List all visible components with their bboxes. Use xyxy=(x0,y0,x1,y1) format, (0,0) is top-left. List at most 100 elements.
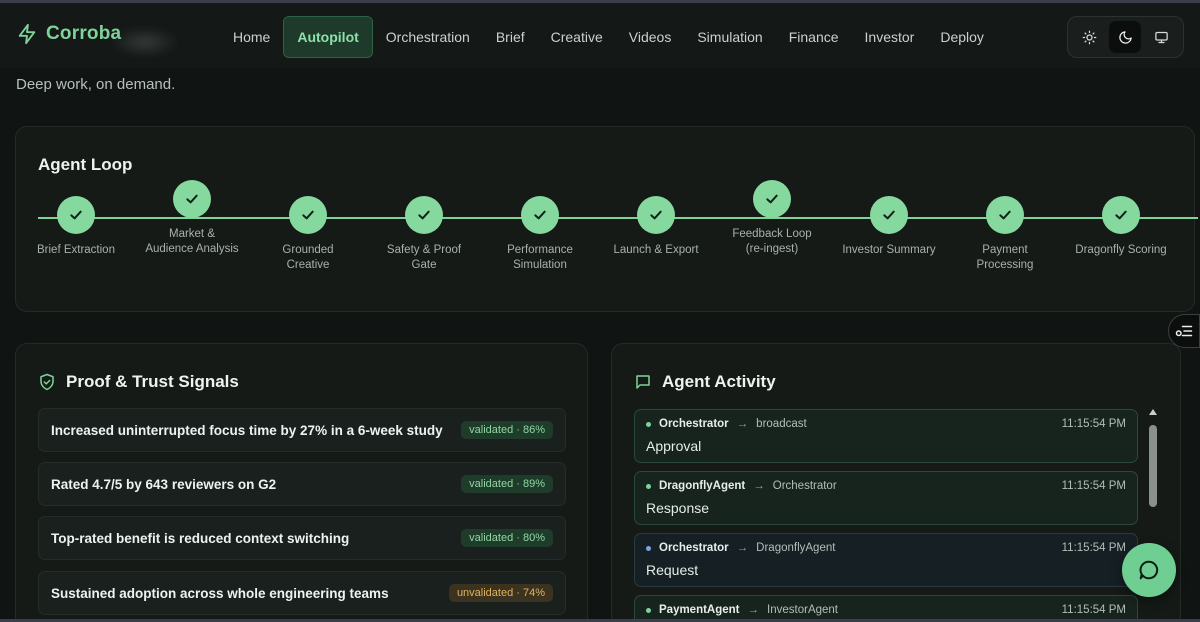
signal-item[interactable]: Top-rated benefit is reduced context swi… xyxy=(38,516,566,560)
monitor-icon xyxy=(1154,31,1168,43)
loop-step[interactable]: Brief Extraction xyxy=(28,196,124,258)
zap-icon xyxy=(18,23,36,45)
nav-finance[interactable]: Finance xyxy=(776,16,852,58)
signal-text: Rated 4.7/5 by 643 reviewers on G2 xyxy=(51,476,277,492)
chat-button[interactable] xyxy=(1122,543,1176,597)
nav-simulation[interactable]: Simulation xyxy=(684,16,775,58)
nav-brief[interactable]: Brief xyxy=(483,16,538,58)
loop-step[interactable]: Investor Summary xyxy=(841,196,937,258)
step-check-circle xyxy=(521,196,559,234)
check-icon xyxy=(534,210,546,220)
proof-header: Proof & Trust Signals xyxy=(38,372,239,392)
agent-loop-title: Agent Loop xyxy=(38,155,133,174)
step-check-circle xyxy=(753,180,791,218)
activity-item[interactable]: PaymentAgent → InvestorAgent 11:15:54 PM xyxy=(634,595,1138,622)
loop-step[interactable]: Launch & Export xyxy=(608,196,704,258)
check-icon xyxy=(999,210,1011,220)
signal-item[interactable]: Increased uninterrupted focus time by 27… xyxy=(38,408,566,452)
activity-time: 11:15:54 PM xyxy=(1061,480,1126,492)
step-check-circle xyxy=(1102,196,1140,234)
status-dot xyxy=(646,607,651,613)
activity-to: Orchestrator xyxy=(772,480,837,492)
loop-step[interactable]: Payment Processing xyxy=(957,196,1053,273)
signal-item[interactable]: Sustained adoption across whole engineer… xyxy=(38,571,566,615)
status-dot xyxy=(646,483,651,489)
nav-autopilot[interactable]: Autopilot xyxy=(283,16,373,58)
status-badge: validated · 80% xyxy=(461,529,553,547)
check-icon xyxy=(650,210,662,220)
loop-step[interactable]: Feedback Loop (re-ingest) xyxy=(724,180,820,257)
scroll-thumb[interactable] xyxy=(1149,425,1157,507)
chat-bubble-icon xyxy=(1139,560,1159,580)
check-icon xyxy=(302,210,314,220)
side-panel-handle[interactable] xyxy=(1168,314,1200,348)
activity-item[interactable]: Orchestrator → broadcast 11:15:54 PM App… xyxy=(634,409,1138,463)
status-badge: validated · 86% xyxy=(461,421,553,439)
nav-creative[interactable]: Creative xyxy=(538,16,616,58)
nav-investor[interactable]: Investor xyxy=(852,16,928,58)
step-label: Safety & Proof Gate xyxy=(386,244,462,271)
activity-from: Orchestrator xyxy=(659,418,729,430)
step-label: Grounded Creative xyxy=(282,244,334,271)
step-check-circle xyxy=(289,196,327,234)
blurred-overlay xyxy=(110,27,180,57)
activity-time: 11:15:54 PM xyxy=(1061,604,1126,616)
arrow-icon: → xyxy=(753,480,765,492)
loop-step[interactable]: Safety & Proof Gate xyxy=(376,196,472,273)
signal-text: Sustained adoption across whole engineer… xyxy=(51,585,389,601)
light-theme-button[interactable] xyxy=(1074,21,1106,53)
agent-loop-card: Agent Loop Brief Extraction Market & Audi… xyxy=(15,126,1198,312)
nav-orchestration[interactable]: Orchestration xyxy=(373,16,483,58)
loop-step[interactable]: Performance Simulation xyxy=(492,196,588,273)
step-label: Dragonfly Scoring xyxy=(1075,244,1167,256)
check-icon xyxy=(186,194,198,204)
status-dot xyxy=(646,421,651,427)
main-nav: Home Autopilot Orchestration Brief Creat… xyxy=(220,16,997,58)
check-icon xyxy=(766,194,778,204)
status-badge: validated · 89% xyxy=(461,475,553,493)
activity-item[interactable]: Orchestrator → DragonflyAgent 11:15:54 P… xyxy=(634,533,1138,587)
message-square-icon xyxy=(636,375,650,389)
activity-to: broadcast xyxy=(756,418,807,430)
step-check-circle xyxy=(986,196,1024,234)
step-label: Market & Audience Analysis xyxy=(145,228,239,255)
settings-list-icon xyxy=(1175,325,1193,337)
loop-step[interactable]: Grounded Creative xyxy=(260,196,356,273)
status-dot xyxy=(646,545,651,551)
check-icon xyxy=(883,210,895,220)
arrow-icon: → xyxy=(747,604,760,616)
step-check-circle xyxy=(870,196,908,234)
scroll-up-arrow-icon[interactable] xyxy=(1149,409,1157,415)
activity-title: Agent Activity xyxy=(662,372,776,391)
activity-time: 11:15:54 PM xyxy=(1061,418,1126,430)
step-label: Feedback Loop (re-ingest) xyxy=(732,228,812,255)
step-label: Payment Processing xyxy=(976,244,1034,271)
nav-deploy[interactable]: Deploy xyxy=(927,16,997,58)
activity-kind: Response xyxy=(646,500,710,516)
loop-step[interactable]: Dragonfly Scoring xyxy=(1073,196,1169,258)
signal-text: Increased uninterrupted focus time by 27… xyxy=(51,422,443,438)
step-check-circle xyxy=(173,180,211,218)
activity-from: DragonflyAgent xyxy=(659,480,746,492)
brand-logo[interactable]: Corroba xyxy=(16,23,121,45)
check-icon xyxy=(1115,210,1127,220)
proof-title: Proof & Trust Signals xyxy=(66,372,239,391)
top-bar: Corroba Home Autopilot Orchestration Bri… xyxy=(0,0,1200,68)
step-check-circle xyxy=(57,196,95,234)
activity-kind: Request xyxy=(646,562,699,578)
sun-icon xyxy=(1082,30,1097,44)
agent-activity-card: Agent Activity Orchestrator → broadcast … xyxy=(611,343,1181,622)
dark-theme-button[interactable] xyxy=(1109,21,1142,53)
system-theme-button[interactable] xyxy=(1145,21,1177,53)
moon-icon xyxy=(1119,30,1132,44)
nav-home[interactable]: Home xyxy=(220,16,283,58)
activity-to: DragonflyAgent xyxy=(756,542,836,554)
activity-item[interactable]: DragonflyAgent → Orchestrator 11:15:54 P… xyxy=(634,471,1138,525)
nav-videos[interactable]: Videos xyxy=(616,16,685,58)
loop-step[interactable]: Market & Audience Analysis xyxy=(144,180,240,257)
signal-item[interactable]: Rated 4.7/5 by 643 reviewers on G2 valid… xyxy=(38,462,566,506)
step-check-circle xyxy=(405,196,443,234)
activity-to: InvestorAgent xyxy=(767,604,838,616)
step-check-circle xyxy=(637,196,675,234)
activity-kind: Approval xyxy=(646,438,702,454)
